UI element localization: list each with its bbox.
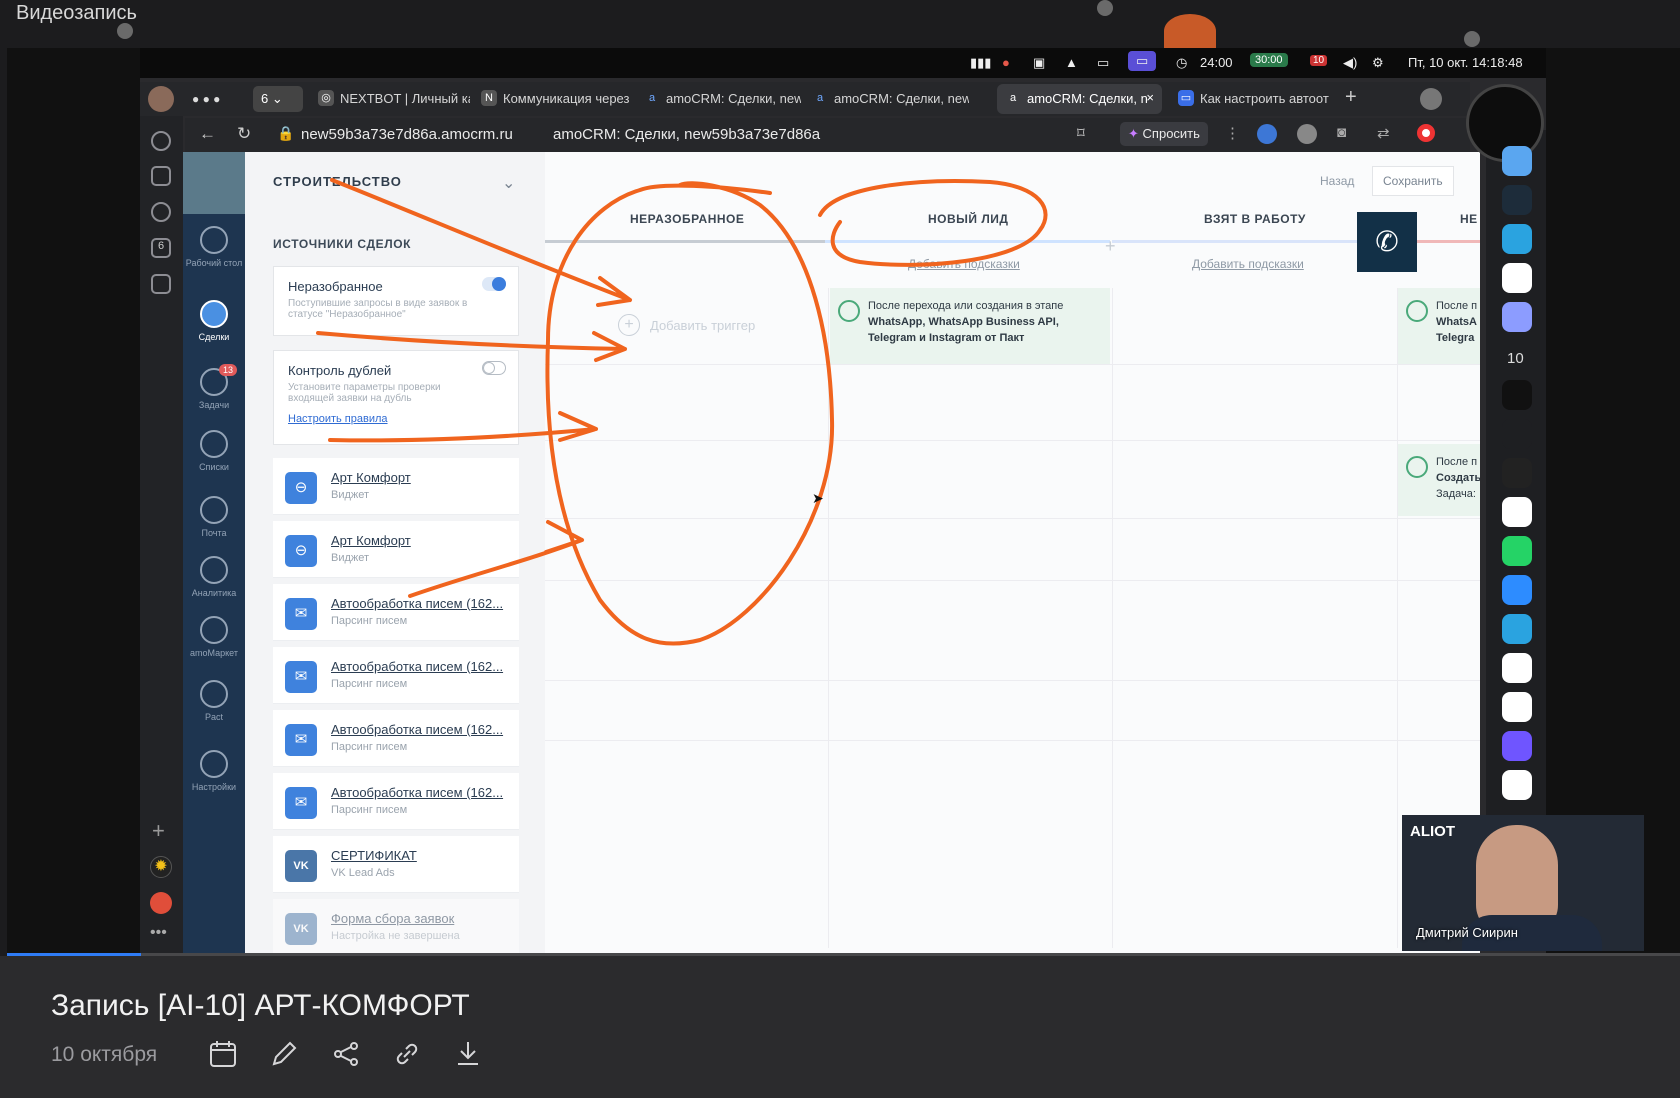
chrome-icon[interactable] <box>1502 770 1532 800</box>
clock-app-icon[interactable] <box>1502 302 1532 332</box>
whatsapp-icon[interactable] <box>1502 536 1532 566</box>
share-icon[interactable] <box>330 1038 362 1070</box>
telegram-icon[interactable] <box>1502 224 1532 254</box>
zoom-icon[interactable] <box>1502 575 1532 605</box>
speaker-video[interactable]: ALIOT Дмитрий Сиирин <box>1402 815 1644 951</box>
dock-calendar-day: 10 <box>1507 350 1524 367</box>
stats-app-icon[interactable] <box>1502 419 1532 449</box>
meeting-date: 10 октября <box>51 1043 158 1066</box>
arc-icon[interactable] <box>1502 185 1532 215</box>
yandex-browser-icon[interactable] <box>1502 497 1532 527</box>
sun-app-icon[interactable] <box>1502 380 1532 410</box>
edit-icon[interactable] <box>268 1038 300 1070</box>
maps-icon[interactable] <box>1502 692 1532 722</box>
1password-icon[interactable] <box>1502 653 1532 683</box>
finder-icon[interactable] <box>1502 146 1532 176</box>
recording-footer <box>0 956 1680 1098</box>
link-icon[interactable] <box>391 1038 423 1070</box>
aliot-logo: ALIOT <box>1410 823 1455 840</box>
calendar-icon[interactable] <box>207 1038 239 1070</box>
tasks-app-icon[interactable] <box>1502 263 1532 293</box>
messenger-icon[interactable] <box>1502 731 1532 761</box>
speaker-name: Дмитрий Сиирин <box>1416 925 1518 940</box>
download-icon[interactable] <box>452 1038 484 1070</box>
telegram-icon[interactable] <box>1502 614 1532 644</box>
meeting-title: Запись [AI-10] АРТ-КОМФОРТ <box>51 989 470 1022</box>
mouse-cursor-icon: ➤ <box>812 490 824 506</box>
clock-icon[interactable] <box>1502 458 1532 488</box>
